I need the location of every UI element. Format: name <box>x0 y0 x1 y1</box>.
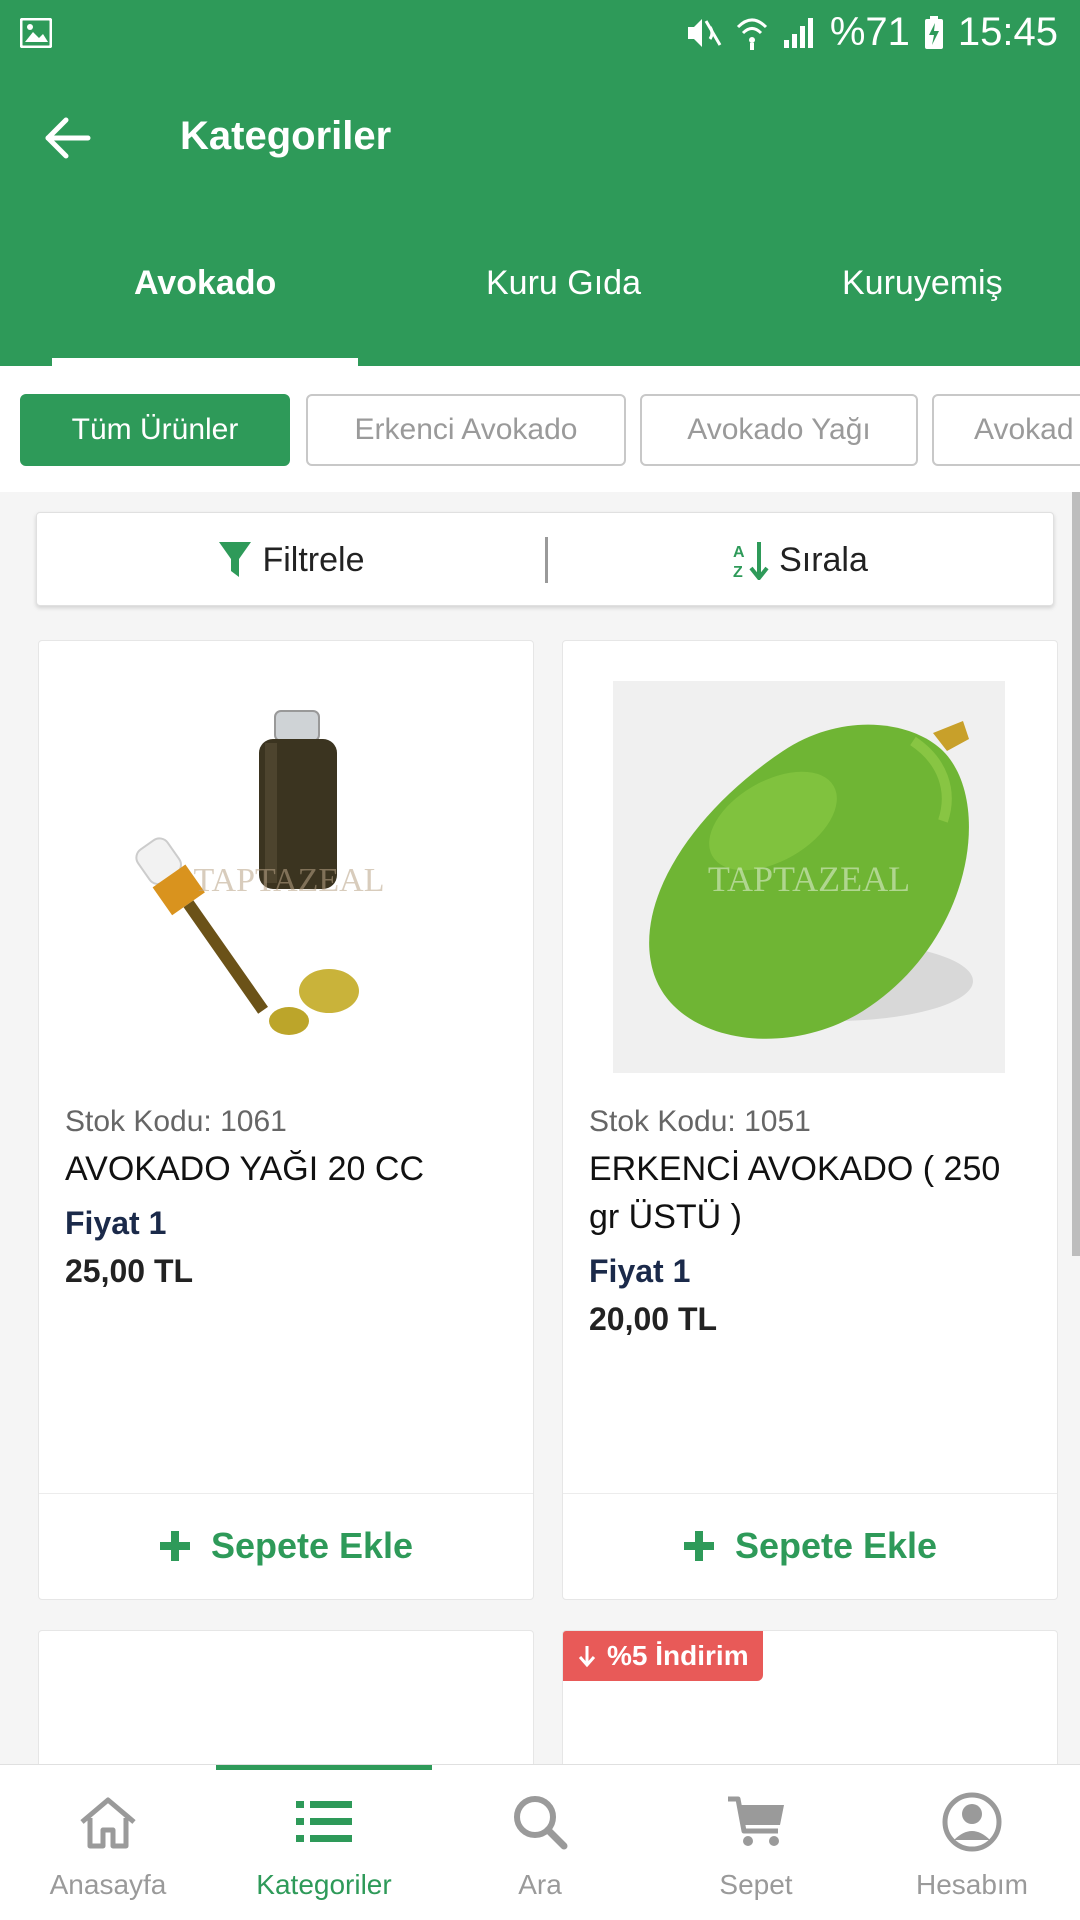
nav-anasayfa[interactable]: Anasayfa <box>0 1765 216 1920</box>
stock-code: Stok Kodu: 1061 <box>65 1105 287 1138</box>
product-card[interactable]: TAPTAZEAL Stok Kodu: 1051 ERKENCİ AVOKAD… <box>562 640 1058 1600</box>
avocado-oil-bottle-image: TAPTAZEAL <box>89 681 481 1073</box>
nav-label: Kategoriler <box>256 1869 392 1900</box>
tab-indicator <box>52 358 358 366</box>
add-to-cart-label: Sepete Ekle <box>734 1525 938 1566</box>
arrow-down-icon <box>578 1646 596 1668</box>
filter-sort-bar: Filtrele A Z Sırala <box>36 512 1054 606</box>
wifi-icon <box>736 18 767 50</box>
nav-label: Sepet <box>719 1869 793 1900</box>
subcategory-chips: Tüm Ürünler Erkenci Avokado Avokado Yağı… <box>0 366 1080 492</box>
clock: 15:45 <box>957 10 1058 54</box>
plus-icon <box>159 1531 190 1561</box>
discount-label: %5 İndirim <box>607 1640 749 1671</box>
product-name: AVOKADO YAĞI 20 CC <box>65 1150 425 1188</box>
app-bar: Kategoriler <box>0 66 1080 212</box>
price-label: Fiyat 1 <box>589 1253 691 1289</box>
nav-sepet[interactable]: Sepet <box>648 1765 864 1920</box>
add-to-cart-button[interactable]: Sepete Ekle <box>563 1494 1057 1598</box>
chip-avokado[interactable]: Avokad <box>932 394 1080 466</box>
price-label: Fiyat 1 <box>65 1205 167 1241</box>
plus-icon <box>683 1531 714 1561</box>
price: 25,00 TL <box>65 1253 194 1289</box>
svg-text:A: A <box>733 544 745 561</box>
cart-icon <box>728 1796 784 1846</box>
bottom-navigation: Anasayfa Kategoriler Ara Sepet Hesabım <box>0 1764 1080 1920</box>
chip-tum-urunler[interactable]: Tüm Ürünler <box>20 394 290 466</box>
nav-hesabim[interactable]: Hesabım <box>864 1765 1080 1920</box>
account-icon <box>942 1792 1002 1852</box>
filter-icon <box>219 542 252 577</box>
tab-avokado[interactable]: Avokado <box>134 264 276 303</box>
svg-text:Z: Z <box>733 564 743 580</box>
home-icon <box>80 1797 136 1849</box>
scrollbar[interactable] <box>1072 492 1080 1256</box>
battery-charging-icon <box>924 15 943 49</box>
chip-avokado-yagi[interactable]: Avokado Yağı <box>640 394 918 466</box>
filter-button[interactable]: Filtrele <box>37 513 546 607</box>
category-tabs: Avokado Kuru Gıda Kuruyemiş <box>0 212 1080 366</box>
add-to-cart-label: Sepete Ekle <box>210 1525 414 1566</box>
gallery-icon <box>20 18 52 48</box>
nav-ara[interactable]: Ara <box>432 1765 648 1920</box>
tab-kuru-gida[interactable]: Kuru Gıda <box>486 264 641 303</box>
tab-kuruyemis[interactable]: Kuruyemiş <box>842 264 1003 303</box>
page-title: Kategoriler <box>180 114 392 158</box>
stock-code: Stok Kodu: 1051 <box>589 1105 811 1138</box>
nav-label: Hesabım <box>915 1869 1029 1900</box>
nav-label: Anasayfa <box>49 1869 167 1900</box>
price: 20,00 TL <box>589 1301 718 1337</box>
avocado-fruit-image: TAPTAZEAL <box>613 681 1005 1073</box>
mute-vibrate-icon <box>687 18 722 47</box>
signal-icon <box>783 17 813 48</box>
sort-button[interactable]: A Z Sırala <box>546 513 1055 607</box>
add-to-cart-button[interactable]: Sepete Ekle <box>39 1494 533 1598</box>
chip-erkenci-avokado[interactable]: Erkenci Avokado <box>306 394 626 466</box>
watermark: TAPTAZEAL <box>708 859 910 899</box>
sort-alpha-icon: A Z <box>733 542 769 580</box>
nav-label: Ara <box>518 1869 562 1900</box>
nav-kategoriler[interactable]: Kategoriler <box>216 1765 432 1920</box>
watermark: TAPTAZEAL <box>194 862 385 899</box>
product-card[interactable]: TAPTAZEAL Stok Kodu: 1061 AVOKADO YAĞI 2… <box>38 640 534 1600</box>
filter-label: Filtrele <box>262 540 365 579</box>
list-icon <box>296 1801 352 1842</box>
arrow-left-icon[interactable] <box>42 112 94 164</box>
sort-label: Sırala <box>779 540 868 579</box>
product-name: ERKENCİ AVOKADO ( 250 gr ÜSTÜ ) <box>589 1150 1001 1236</box>
status-bar: %71 15:45 <box>0 0 1080 66</box>
search-icon <box>514 1796 568 1850</box>
discount-badge: %5 İndirim <box>563 1631 763 1681</box>
battery-percent: %71 <box>829 10 910 54</box>
